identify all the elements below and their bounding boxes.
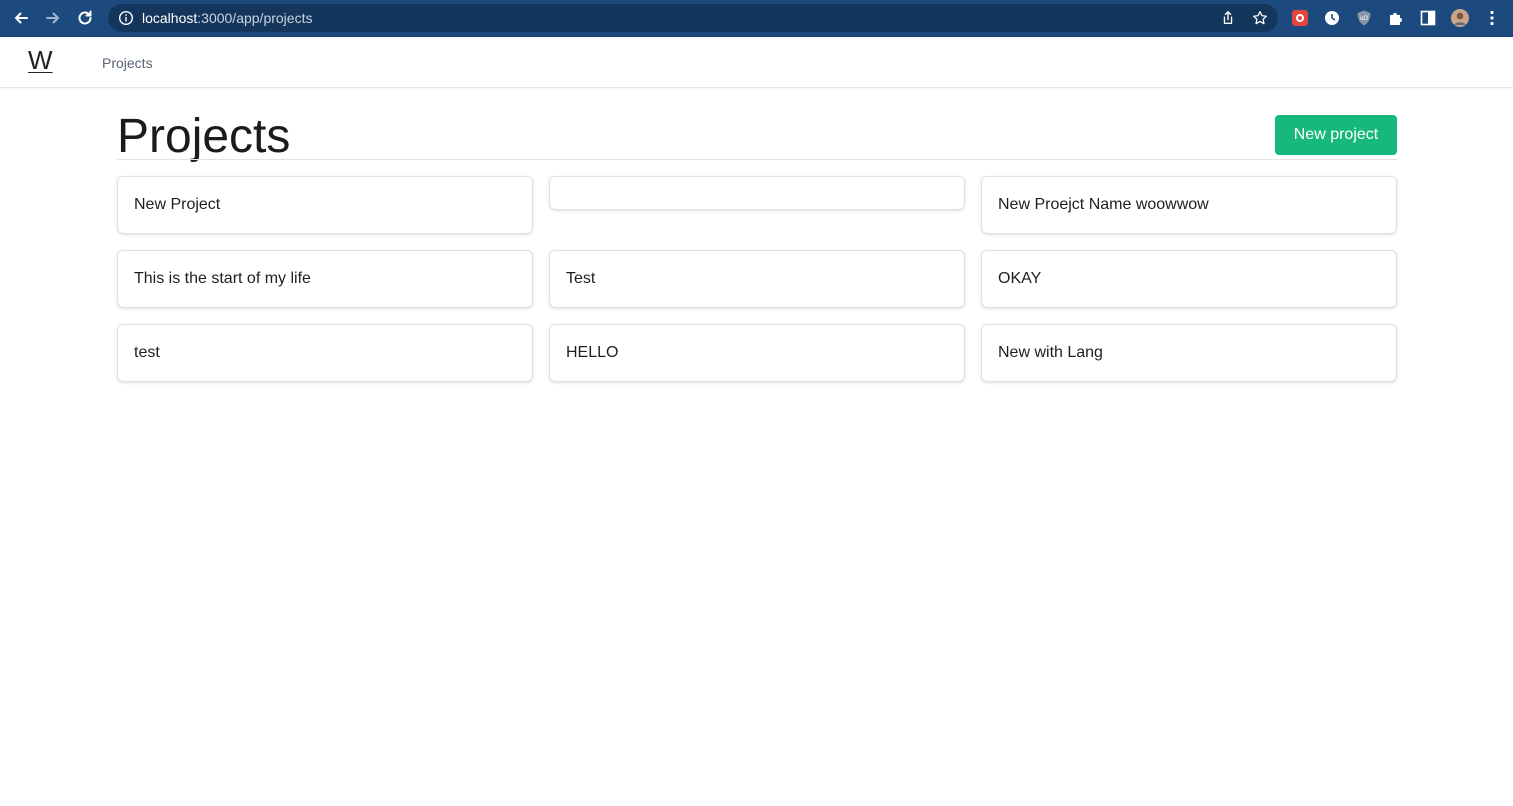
extension-red-icon[interactable] <box>1291 9 1309 27</box>
projects-grid: New Project New Proejct Name woowwow Thi… <box>117 176 1397 382</box>
nav-link-projects[interactable]: Projects <box>102 55 153 71</box>
side-panel-icon[interactable] <box>1419 9 1437 27</box>
browser-toolbar: localhost:3000/app/projects uO <box>0 0 1513 37</box>
new-project-button[interactable]: New project <box>1275 115 1397 155</box>
url-path: :3000/app/projects <box>197 10 313 26</box>
project-card[interactable]: OKAY <box>981 250 1397 308</box>
url-host: localhost <box>142 10 198 26</box>
project-card[interactable]: New Project <box>117 176 533 234</box>
project-card[interactable]: Test <box>549 250 965 308</box>
divider <box>117 159 1397 160</box>
back-button[interactable] <box>9 6 33 30</box>
project-card[interactable]: test <box>117 324 533 382</box>
bookmark-star-icon[interactable] <box>1251 9 1269 27</box>
app-logo[interactable]: W <box>28 47 53 73</box>
page-title: Projects <box>117 110 291 163</box>
extension-shield-clock-icon[interactable] <box>1323 9 1341 27</box>
url-text: localhost:3000/app/projects <box>142 10 312 26</box>
share-icon[interactable] <box>1219 9 1237 27</box>
project-card[interactable]: HELLO <box>549 324 965 382</box>
app-navbar: W Projects <box>0 37 1513 88</box>
arrow-right-icon <box>46 12 59 24</box>
project-card[interactable]: New Proejct Name woowwow <box>981 176 1397 234</box>
ublock-icon[interactable]: uO <box>1355 9 1373 27</box>
info-icon[interactable] <box>118 10 134 26</box>
extensions-puzzle-icon[interactable] <box>1387 9 1405 27</box>
address-bar[interactable]: localhost:3000/app/projects <box>108 4 1278 32</box>
arrow-left-icon <box>15 12 28 24</box>
browser-menu-icon[interactable] <box>1483 9 1501 27</box>
reload-icon <box>78 10 92 25</box>
svg-text:uO: uO <box>1360 16 1368 22</box>
project-card[interactable]: This is the start of my life <box>117 250 533 308</box>
project-card[interactable]: New with Lang <box>981 324 1397 382</box>
forward-button[interactable] <box>41 6 65 30</box>
reload-button[interactable] <box>73 6 97 30</box>
profile-avatar[interactable] <box>1451 9 1469 27</box>
project-card[interactable] <box>549 176 965 210</box>
